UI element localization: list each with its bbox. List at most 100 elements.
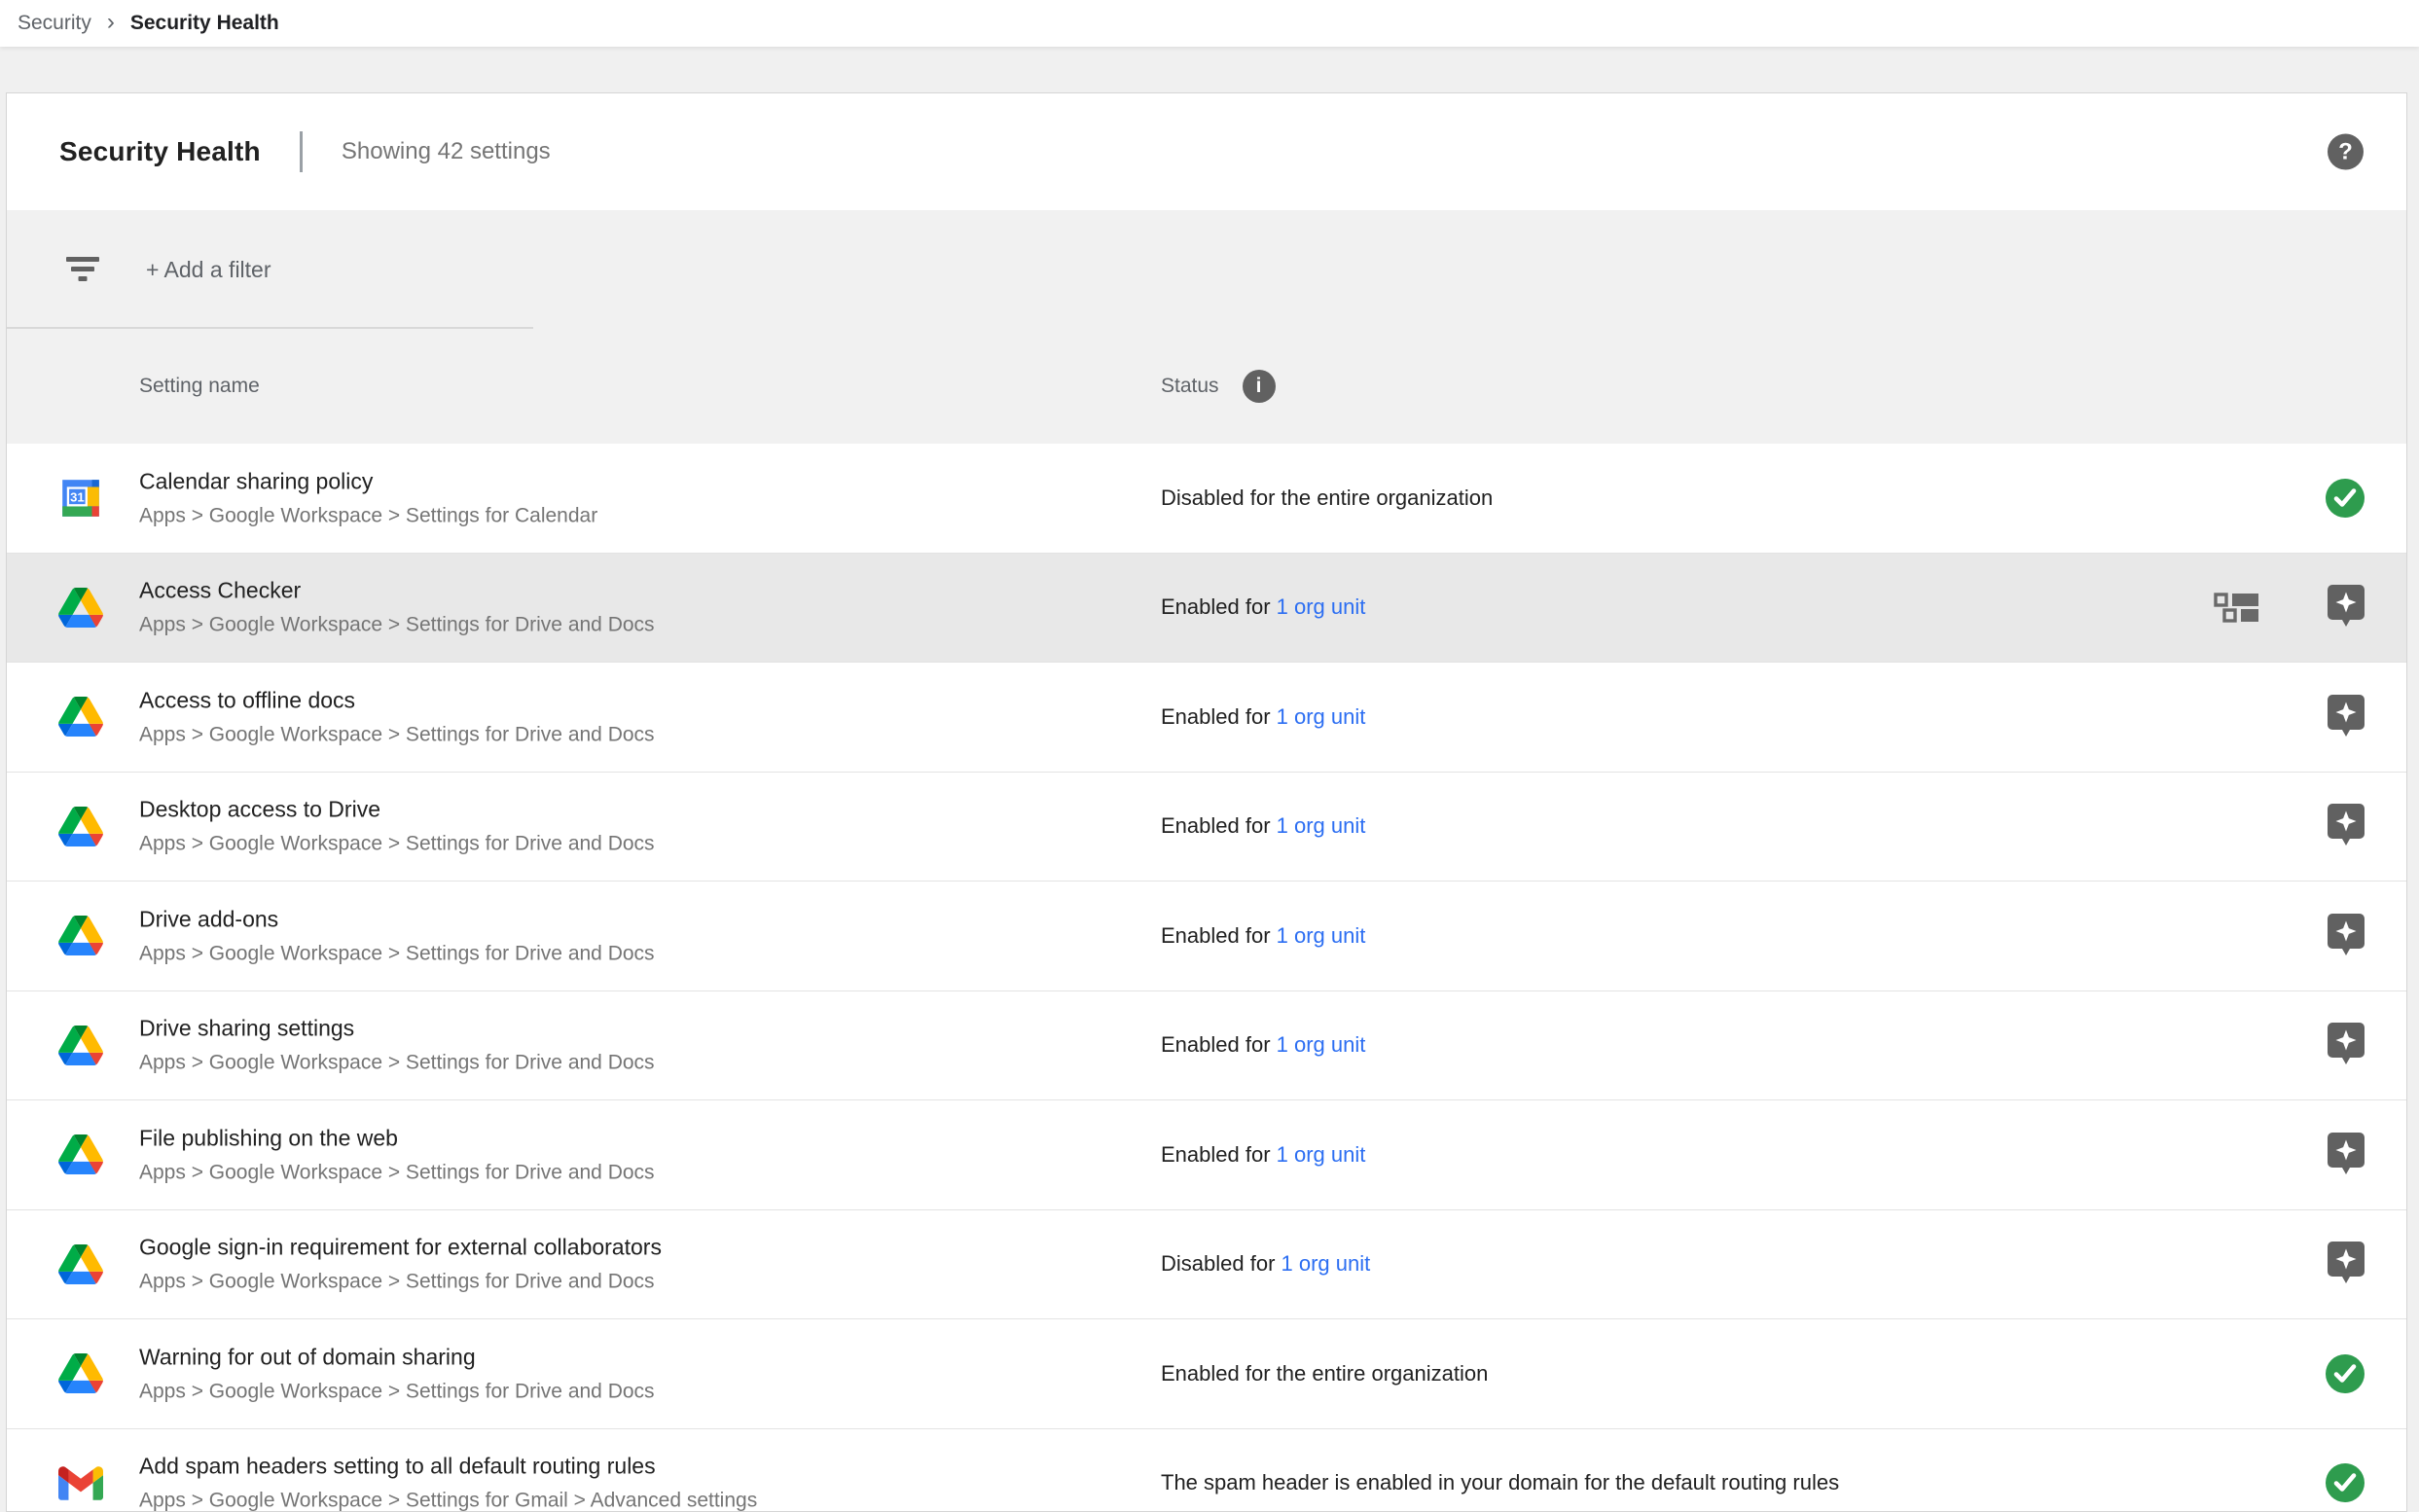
row-trailing-icons <box>2325 478 2365 519</box>
org-unit-link[interactable]: 1 org unit <box>1282 1251 1371 1276</box>
filter-icon[interactable] <box>64 257 101 282</box>
setting-path: Apps > Google Workspace > Settings for C… <box>139 504 597 527</box>
table-row[interactable]: 31 Calendar sharing policy Apps > Google… <box>7 444 2406 554</box>
setting-name: Warning for out of domain sharing <box>139 1344 655 1370</box>
setting-name: Access to offline docs <box>139 687 655 713</box>
status-value: Enabled for the entire organization <box>1161 1361 1488 1386</box>
filter-bar: + Add a filter <box>7 210 2406 329</box>
setting-name: Add spam headers setting to all default … <box>139 1454 757 1480</box>
row-trailing-icons <box>2327 1241 2365 1287</box>
gmail-icon <box>57 1459 104 1506</box>
setting-name: Drive add-ons <box>139 906 655 932</box>
setting-path: Apps > Google Workspace > Settings for D… <box>139 942 655 965</box>
table-row[interactable]: Access Checker Apps > Google Workspace >… <box>7 554 2406 664</box>
status-value: Disabled for <box>1161 1251 1282 1276</box>
row-trailing-icons <box>2325 1462 2365 1503</box>
org-unit-link[interactable]: 1 org unit <box>1277 704 1366 729</box>
drive-icon <box>57 1132 104 1178</box>
setting-path: Apps > Google Workspace > Settings for D… <box>139 723 655 746</box>
row-trailing-icons <box>2325 1353 2365 1394</box>
drive-icon <box>57 1022 104 1068</box>
breadcrumb-current: Security Health <box>130 12 279 35</box>
org-unit-link[interactable]: 1 org unit <box>1277 923 1366 948</box>
table-row[interactable]: Google sign-in requirement for external … <box>7 1210 2406 1320</box>
setting-name: Desktop access to Drive <box>139 797 655 823</box>
setting-text: Access Checker Apps > Google Workspace >… <box>139 578 655 637</box>
table-row[interactable]: Add spam headers setting to all default … <box>7 1429 2406 1512</box>
status-label: Status <box>1161 375 1219 398</box>
page-title: Security Health <box>59 136 261 167</box>
recommendation-badge-icon[interactable] <box>2327 694 2365 740</box>
status-text: Enabled for 1 org unit <box>1161 1032 1365 1058</box>
table-header: Setting name Status i <box>7 329 2406 444</box>
table-row[interactable]: Access to offline docs Apps > Google Wor… <box>7 663 2406 773</box>
setting-text: Warning for out of domain sharing Apps >… <box>139 1344 655 1403</box>
recommendation-badge-icon[interactable] <box>2327 584 2365 630</box>
status-value: Enabled for <box>1161 1032 1277 1057</box>
setting-name: Google sign-in requirement for external … <box>139 1235 662 1261</box>
row-trailing-icons <box>2327 913 2365 959</box>
setting-path: Apps > Google Workspace > Settings for D… <box>139 1052 655 1075</box>
org-hierarchy-icon[interactable] <box>2214 593 2260 623</box>
status-text: The spam header is enabled in your domai… <box>1161 1470 1839 1495</box>
table-row[interactable]: Warning for out of domain sharing Apps >… <box>7 1319 2406 1429</box>
status-value: Enabled for <box>1161 923 1277 948</box>
setting-text: Access to offline docs Apps > Google Wor… <box>139 687 655 746</box>
setting-path: Apps > Google Workspace > Settings for D… <box>139 833 655 856</box>
status-value: Enabled for <box>1161 813 1277 838</box>
settings-count: Showing 42 settings <box>342 138 551 165</box>
table-row[interactable]: Drive sharing settings Apps > Google Wor… <box>7 991 2406 1101</box>
setting-name: Drive sharing settings <box>139 1016 655 1042</box>
table-row[interactable]: Desktop access to Drive Apps > Google Wo… <box>7 773 2406 882</box>
org-unit-link[interactable]: 1 org unit <box>1277 594 1366 619</box>
recommendation-badge-icon[interactable] <box>2327 1132 2365 1178</box>
breadcrumb-chevron-icon: › <box>107 11 115 34</box>
info-icon[interactable]: i <box>1243 370 1276 403</box>
row-trailing-icons <box>2327 1132 2365 1178</box>
help-icon[interactable]: ? <box>2328 134 2364 170</box>
setting-text: Desktop access to Drive Apps > Google Wo… <box>139 797 655 856</box>
status-value: Enabled for <box>1161 594 1277 619</box>
setting-path: Apps > Google Workspace > Settings for D… <box>139 614 655 637</box>
drive-icon <box>57 694 104 740</box>
setting-path: Apps > Google Workspace > Settings for G… <box>139 1490 757 1512</box>
setting-text: Drive sharing settings Apps > Google Wor… <box>139 1016 655 1075</box>
svg-text:31: 31 <box>70 489 85 504</box>
status-text: Enabled for the entire organization <box>1161 1361 1488 1386</box>
recommendation-badge-icon[interactable] <box>2327 913 2365 959</box>
drive-icon <box>57 803 104 849</box>
recommendation-badge-icon[interactable] <box>2327 1022 2365 1068</box>
setting-name: File publishing on the web <box>139 1125 655 1151</box>
setting-text: File publishing on the web Apps > Google… <box>139 1125 655 1184</box>
status-text: Disabled for 1 org unit <box>1161 1251 1370 1277</box>
setting-path: Apps > Google Workspace > Settings for D… <box>139 1161 655 1184</box>
breadcrumb-parent[interactable]: Security <box>18 12 91 35</box>
add-filter-button[interactable]: + Add a filter <box>146 257 271 283</box>
table-row[interactable]: Drive add-ons Apps > Google Workspace > … <box>7 882 2406 991</box>
status-value: Enabled for <box>1161 1142 1277 1167</box>
org-unit-link[interactable]: 1 org unit <box>1277 1032 1366 1057</box>
org-unit-link[interactable]: 1 org unit <box>1277 1142 1366 1167</box>
status-value: Disabled for the entire organization <box>1161 486 1493 510</box>
recommendation-badge-icon[interactable] <box>2327 803 2365 849</box>
setting-text: Drive add-ons Apps > Google Workspace > … <box>139 906 655 965</box>
drive-icon <box>57 584 104 630</box>
security-health-card: Security Health Showing 42 settings ? + … <box>6 92 2407 1512</box>
title-divider <box>300 131 303 172</box>
setting-name: Calendar sharing policy <box>139 468 597 494</box>
org-unit-link[interactable]: 1 org unit <box>1277 813 1366 838</box>
status-text: Enabled for 1 org unit <box>1161 1142 1365 1168</box>
card-header: Security Health Showing 42 settings ? <box>7 93 2406 210</box>
breadcrumb: Security › Security Health <box>0 0 2419 47</box>
filter-and-header-zone: + Add a filter Setting name Status i <box>7 210 2406 444</box>
row-trailing-icons <box>2327 694 2365 740</box>
setting-path: Apps > Google Workspace > Settings for D… <box>139 1271 662 1294</box>
status-ok-icon <box>2325 1353 2365 1394</box>
setting-text: Google sign-in requirement for external … <box>139 1235 662 1294</box>
status-value: The spam header is enabled in your domai… <box>1161 1470 1839 1494</box>
table-row[interactable]: File publishing on the web Apps > Google… <box>7 1100 2406 1210</box>
drive-icon <box>57 1350 104 1397</box>
status-ok-icon <box>2325 478 2365 519</box>
recommendation-badge-icon[interactable] <box>2327 1241 2365 1287</box>
status-text: Disabled for the entire organization <box>1161 486 1493 511</box>
